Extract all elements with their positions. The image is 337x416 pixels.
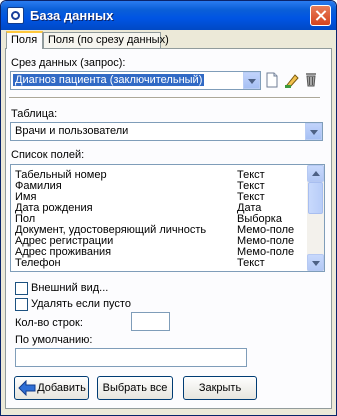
rows-count-input[interactable] (131, 312, 170, 331)
list-item[interactable]: Пол Выборка (15, 213, 305, 225)
new-document-icon[interactable] (264, 72, 280, 88)
app-icon (7, 7, 24, 24)
close-icon[interactable] (310, 5, 331, 26)
close-button[interactable]: Закрыть (183, 376, 257, 400)
scroll-down-icon[interactable] (307, 254, 324, 271)
list-item[interactable]: Имя Текст (15, 191, 305, 203)
chevron-down-icon[interactable] (243, 72, 260, 89)
delete-if-empty-label[interactable]: Удалять если пусто (31, 298, 131, 310)
list-item[interactable]: Телефон Текст (15, 257, 305, 269)
title-bar[interactable]: База данных (1, 1, 336, 30)
fields-list[interactable]: Табельный номер Текст Фамилия Текст Имя … (10, 164, 325, 272)
list-item[interactable]: Табельный номер Текст (15, 169, 305, 181)
trash-icon[interactable] (303, 71, 319, 87)
default-label: По умолчанию: (15, 334, 93, 346)
field-type: Текст (237, 257, 265, 269)
arrow-left-icon (18, 380, 36, 396)
list-item[interactable]: Документ, удостоверяющий личность Мемо-п… (15, 224, 305, 236)
scroll-thumb[interactable] (308, 182, 323, 214)
window-title: База данных (30, 8, 114, 23)
default-value-input[interactable] (15, 348, 247, 367)
tab-fields[interactable]: Поля (6, 31, 43, 49)
add-button[interactable]: Добавить (14, 376, 89, 400)
scroll-up-icon[interactable] (307, 165, 324, 182)
list-item[interactable]: Фамилия Текст (15, 180, 305, 192)
fields-label: Список полей: (11, 149, 85, 161)
chevron-down-icon[interactable] (305, 123, 322, 140)
table-select[interactable]: Врачи и пользователи (10, 122, 323, 141)
field-name: Телефон (15, 257, 61, 269)
delete-if-empty-checkbox[interactable] (15, 298, 28, 311)
select-all-button[interactable]: Выбрать все (97, 376, 173, 400)
separator-top (9, 97, 320, 99)
appearance-checkbox[interactable] (15, 282, 28, 295)
edit-pencil-icon[interactable] (284, 72, 300, 88)
rows-count-label: Кол-во строк: (15, 317, 83, 329)
list-item[interactable]: Адрес регистрации Мемо-поле (15, 235, 305, 247)
query-label: Срез данных (запрос): (11, 57, 126, 69)
database-window: База данных Поля Поля (по срезу данных) … (0, 0, 337, 416)
query-select[interactable]: Диагноз пациента (заключительный) (10, 71, 261, 90)
select-all-button-label: Выбрать все (102, 382, 168, 394)
fields-scrollbar[interactable] (307, 165, 324, 271)
list-item[interactable]: Дата рождения Дата (15, 202, 305, 214)
query-select-value: Диагноз пациента (заключительный) (13, 74, 205, 86)
tab-fields-by-query[interactable]: Поля (по срезу данных) (43, 32, 169, 48)
table-label: Таблица: (11, 108, 58, 120)
add-button-label: Добавить (37, 382, 86, 394)
table-select-value: Врачи и пользователи (15, 125, 129, 137)
appearance-label[interactable]: Внешний вид... (31, 282, 108, 294)
list-item[interactable]: Адрес проживания Мемо-поле (15, 246, 305, 258)
close-button-label: Закрыть (198, 382, 242, 394)
